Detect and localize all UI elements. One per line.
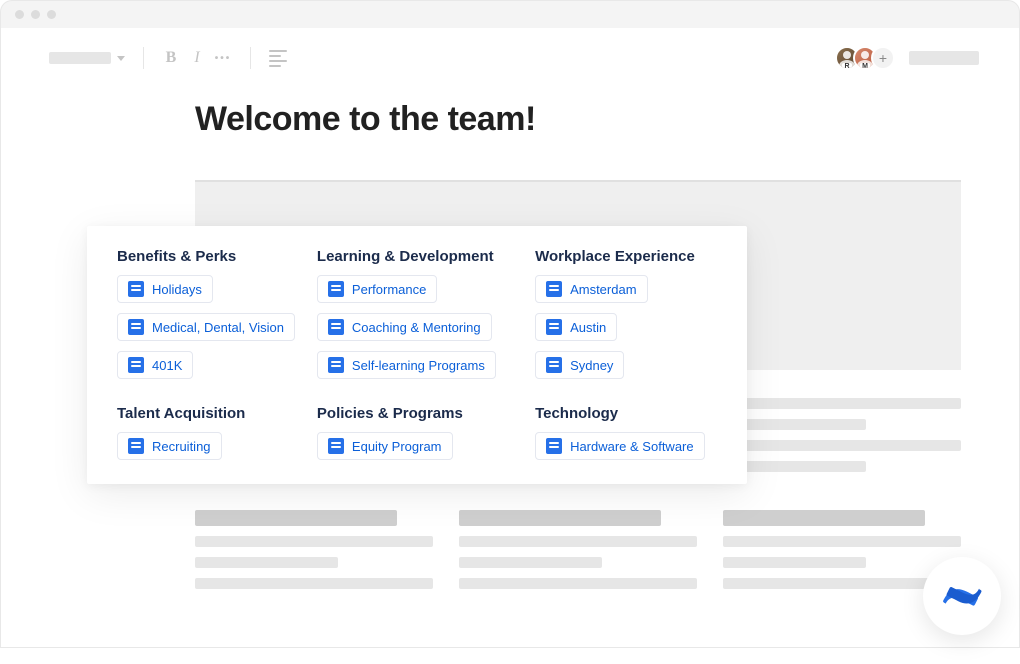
toolbar-right-group: R M +: [841, 46, 979, 70]
category-title: Benefits & Perks: [117, 248, 236, 265]
text-placeholder: [459, 557, 602, 568]
window-close-dot[interactable]: [15, 10, 24, 19]
page-icon: [128, 281, 144, 297]
add-collaborator-button[interactable]: +: [871, 46, 895, 70]
page-icon: [328, 281, 344, 297]
text-placeholder: [459, 536, 697, 547]
categories-panel: Benefits & Perks Holidays Medical, Dental,…: [87, 226, 747, 484]
page-link-chip[interactable]: Self-learning Programs: [317, 351, 496, 379]
confluence-icon: [939, 573, 985, 619]
page-link-label: Performance: [352, 282, 426, 297]
page-link-label: Holidays: [152, 282, 202, 297]
page-link-label: 401K: [152, 358, 182, 373]
title-placeholder: [459, 510, 661, 526]
page-link-chip[interactable]: Hardware & Software: [535, 432, 705, 460]
category-title: Technology: [535, 405, 618, 422]
page-link-chip[interactable]: Recruiting: [117, 432, 222, 460]
category-column: Benefits & Perks Holidays Medical, Dental,…: [117, 248, 299, 379]
page-link-chip[interactable]: Performance: [317, 275, 437, 303]
category-title: Workplace Experience: [535, 248, 695, 265]
page-icon: [546, 281, 562, 297]
category-column: Workplace Experience Amsterdam Austin Sydne…: [535, 248, 717, 379]
page-link-chip[interactable]: Amsterdam: [535, 275, 647, 303]
text-placeholder: [195, 536, 433, 547]
align-button[interactable]: [269, 47, 287, 69]
page-link-chip[interactable]: Coaching & Mentoring: [317, 313, 492, 341]
page-link-label: Recruiting: [152, 439, 211, 454]
page-link-chip[interactable]: Equity Program: [317, 432, 453, 460]
page-link-label: Sydney: [570, 358, 613, 373]
text-placeholder: [723, 536, 961, 547]
page-icon: [328, 357, 344, 373]
italic-button[interactable]: I: [188, 47, 206, 69]
style-placeholder: [49, 52, 111, 64]
category-column: Policies & Programs Equity Program: [317, 405, 517, 460]
page-icon: [328, 438, 344, 454]
page-link-label: Coaching & Mentoring: [352, 320, 481, 335]
category-column: Technology Hardware & Software: [535, 405, 717, 460]
title-placeholder: [195, 510, 397, 526]
bold-button[interactable]: B: [162, 47, 180, 69]
page-icon: [546, 438, 562, 454]
text-placeholder: [195, 578, 433, 589]
align-left-icon: [269, 50, 287, 67]
page-link-label: Amsterdam: [570, 282, 636, 297]
window-minimize-dot[interactable]: [31, 10, 40, 19]
page-icon: [128, 438, 144, 454]
page-title[interactable]: Welcome to the team!: [195, 100, 1019, 139]
page-icon: [546, 319, 562, 335]
chevron-down-icon: [117, 56, 125, 61]
toolbar-action-placeholder: [909, 51, 979, 65]
page-link-label: Hardware & Software: [570, 439, 694, 454]
category-title: Talent Acquisition: [117, 405, 245, 422]
more-formatting-button[interactable]: •••: [214, 47, 232, 69]
page-icon: [128, 319, 144, 335]
toolbar-divider: [143, 47, 144, 69]
collaborator-avatars: R M +: [841, 46, 895, 70]
page-link-label: Equity Program: [352, 439, 442, 454]
page-link-chip[interactable]: Austin: [535, 313, 617, 341]
plus-icon: +: [879, 50, 887, 66]
category-column: Learning & Development Performance Coachin…: [317, 248, 517, 379]
page-link-label: Austin: [570, 320, 606, 335]
page-link-label: Medical, Dental, Vision: [152, 320, 284, 335]
text-placeholder: [459, 578, 697, 589]
page-icon: [546, 357, 562, 373]
page-link-label: Self-learning Programs: [352, 358, 485, 373]
app-frame: B I ••• R M: [0, 28, 1020, 648]
page-link-chip[interactable]: Medical, Dental, Vision: [117, 313, 295, 341]
window-maximize-dot[interactable]: [47, 10, 56, 19]
page-link-chip[interactable]: Sydney: [535, 351, 624, 379]
confluence-logo-badge[interactable]: [923, 557, 1001, 635]
page-link-chip[interactable]: Holidays: [117, 275, 213, 303]
editor-toolbar: B I ••• R M: [1, 28, 1019, 70]
category-column: Talent Acquisition Recruiting: [117, 405, 299, 460]
text-placeholder: [723, 398, 961, 409]
page-link-chip[interactable]: 401K: [117, 351, 193, 379]
toolbar-divider: [250, 47, 251, 69]
toolbar-left-group: B I •••: [49, 47, 287, 69]
text-placeholder: [195, 557, 338, 568]
category-title: Policies & Programs: [317, 405, 463, 422]
category-title: Learning & Development: [317, 248, 494, 265]
text-placeholder: [723, 557, 866, 568]
title-placeholder: [723, 510, 925, 526]
text-style-dropdown[interactable]: [49, 52, 125, 64]
page-icon: [128, 357, 144, 373]
text-placeholder: [723, 440, 961, 451]
content-column: [723, 398, 961, 589]
browser-titlebar: [0, 0, 1020, 28]
page-icon: [328, 319, 344, 335]
